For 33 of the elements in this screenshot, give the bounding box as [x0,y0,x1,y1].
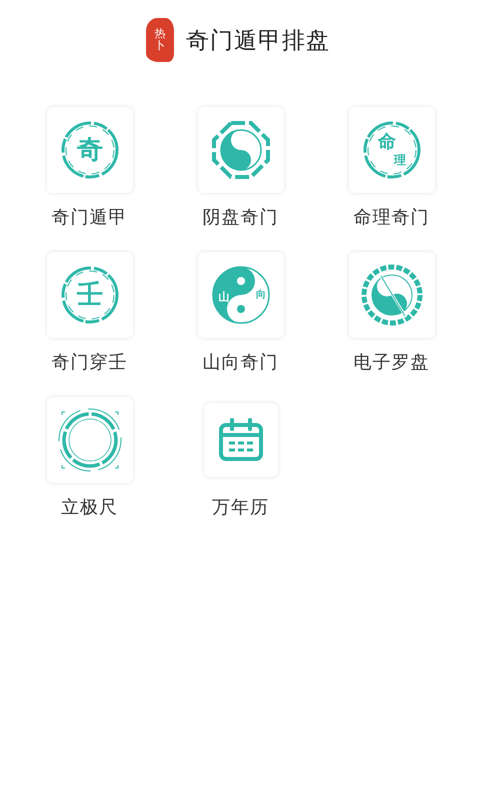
tile-label: 命理奇门 [354,206,430,229]
feature-tile[interactable]: 奇 [46,107,132,193]
tile-label: 阴盘奇门 [202,206,278,229]
app-title: 奇门遁甲排盘 [186,26,330,56]
tile-label: 电子罗盘 [354,351,430,374]
brush-ring-icon [61,266,118,324]
ring-dial-icon [58,408,121,472]
feature-tile[interactable] [46,397,132,483]
logo-character: 卜 [154,40,166,52]
brush-ring-icon [61,122,118,178]
feature-tile[interactable] [204,403,278,477]
tile-label: 万年历 [212,496,269,519]
icon-character: 向 [256,290,266,300]
icon-character: 命 [378,132,396,152]
feature-tile[interactable]: 山 向 [198,252,284,338]
tile-label: 奇门遁甲 [52,206,128,229]
yin-yang-octagon-icon [212,121,270,179]
feature-tile[interactable] [348,252,434,338]
compass-icon [361,264,422,326]
tile-label: 奇门穿壬 [52,351,128,374]
feature-tile[interactable] [198,107,284,193]
tile-label: 山向奇门 [202,351,278,374]
icon-character: 壬 [76,280,102,310]
icon-character: 奇 [76,135,102,165]
tile-label: 立极尺 [61,496,118,519]
logo-character: 热 [154,28,166,40]
feature-tile[interactable]: 命 理 [348,107,434,193]
icon-character: 理 [394,153,406,167]
icon-character: 山 [218,290,229,304]
brush-ring-icon [363,122,420,178]
yin-yang-icon [212,266,270,324]
calendar-icon [218,418,262,461]
feature-tile[interactable]: 壬 [46,252,132,338]
